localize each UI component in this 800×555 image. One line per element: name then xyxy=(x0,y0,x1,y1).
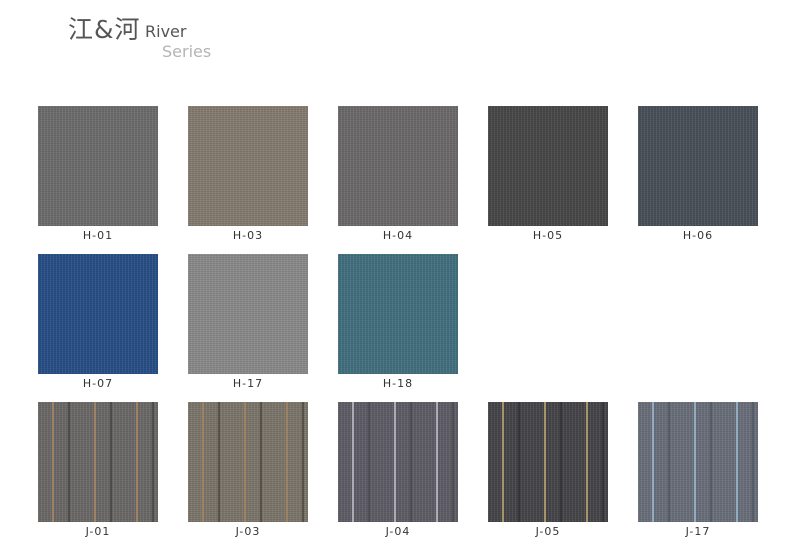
pinstripe xyxy=(286,402,288,522)
pinstripe xyxy=(68,402,70,522)
fabric-swatch[interactable]: H-01 xyxy=(38,106,158,242)
series-subtitle: Series xyxy=(162,42,212,61)
fabric-swatch-image[interactable] xyxy=(638,402,758,522)
swatch-code-label: H-05 xyxy=(532,229,564,242)
fabric-swatch[interactable]: H-06 xyxy=(638,106,758,242)
pinstripe xyxy=(452,402,454,522)
pinstripe xyxy=(518,402,520,522)
fabric-swatch-image[interactable] xyxy=(38,254,158,374)
pinstripe xyxy=(218,402,220,522)
pinstripe xyxy=(752,402,754,522)
fabric-swatch-image[interactable] xyxy=(38,106,158,226)
fabric-swatch-image[interactable] xyxy=(338,106,458,226)
swatch-code-label: J-17 xyxy=(685,525,711,538)
pinstripe xyxy=(668,402,670,522)
fabric-swatch[interactable]: J-17 xyxy=(638,402,758,538)
pinstripe xyxy=(394,402,396,522)
pinstripe xyxy=(602,402,604,522)
pinstripe xyxy=(694,402,696,522)
fabric-swatch[interactable]: H-17 xyxy=(188,254,308,390)
pinstripe xyxy=(202,402,204,522)
fabric-swatch-image[interactable] xyxy=(488,402,608,522)
fabric-swatch[interactable]: J-01 xyxy=(38,402,158,538)
swatch-code-label: J-04 xyxy=(385,525,411,538)
swatch-code-label: H-01 xyxy=(82,229,114,242)
fabric-swatch-image[interactable] xyxy=(38,402,158,522)
swatch-code-label: H-03 xyxy=(232,229,264,242)
pinstripe xyxy=(352,402,354,522)
pinstripe xyxy=(302,402,304,522)
fabric-swatch[interactable]: H-07 xyxy=(38,254,158,390)
series-title-english: River xyxy=(145,22,187,41)
pinstripe xyxy=(586,402,588,522)
fabric-swatch-image[interactable] xyxy=(338,402,458,522)
swatch-code-label: H-06 xyxy=(682,229,714,242)
fabric-swatch[interactable]: H-05 xyxy=(488,106,608,242)
pinstripe xyxy=(710,402,712,522)
pinstripe xyxy=(94,402,96,522)
fabric-swatch-image[interactable] xyxy=(188,402,308,522)
swatch-code-label: J-05 xyxy=(535,525,561,538)
pinstripe xyxy=(110,402,112,522)
fabric-swatch[interactable]: H-04 xyxy=(338,106,458,242)
swatch-code-label: H-18 xyxy=(382,377,414,390)
fabric-swatch-image[interactable] xyxy=(188,106,308,226)
swatch-code-label: J-03 xyxy=(235,525,261,538)
fabric-swatch[interactable]: J-03 xyxy=(188,402,308,538)
pinstripe xyxy=(136,402,138,522)
fabric-swatch-image[interactable] xyxy=(488,106,608,226)
pinstripe xyxy=(52,402,54,522)
swatch-code-label: J-01 xyxy=(85,525,111,538)
fabric-swatch[interactable]: H-03 xyxy=(188,106,308,242)
pinstripe xyxy=(652,402,654,522)
pinstripe xyxy=(436,402,438,522)
pinstripe xyxy=(736,402,738,522)
pinstripe xyxy=(502,402,504,522)
fabric-swatch[interactable]: J-04 xyxy=(338,402,458,538)
series-title-chinese: 江&河 xyxy=(68,15,141,44)
pinstripe xyxy=(544,402,546,522)
fabric-swatch-image[interactable] xyxy=(638,106,758,226)
fabric-swatch-image[interactable] xyxy=(188,254,308,374)
pinstripe xyxy=(244,402,246,522)
swatch-code-label: H-17 xyxy=(232,377,264,390)
pinstripe xyxy=(260,402,262,522)
fabric-swatch[interactable]: H-18 xyxy=(338,254,458,390)
pinstripe xyxy=(368,402,370,522)
pinstripe xyxy=(152,402,154,522)
swatch-code-label: H-04 xyxy=(382,229,414,242)
pinstripe xyxy=(560,402,562,522)
fabric-swatch[interactable]: J-05 xyxy=(488,402,608,538)
swatch-code-label: H-07 xyxy=(82,377,114,390)
pinstripe xyxy=(410,402,412,522)
fabric-swatch-image[interactable] xyxy=(338,254,458,374)
